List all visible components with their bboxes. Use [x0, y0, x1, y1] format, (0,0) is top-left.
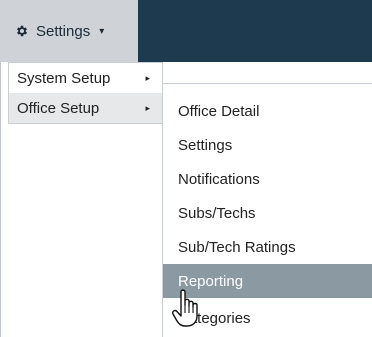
submenu-item-office-detail[interactable]: Office Detail [163, 94, 372, 128]
menu-item-label: Office Setup [17, 99, 100, 117]
chevron-right-icon: ▸ [145, 72, 150, 83]
menu-item-label: System Setup [17, 69, 111, 87]
caret-down-icon: ▾ [99, 25, 105, 37]
hand-pointer-icon [172, 288, 206, 333]
menu-item-system-setup[interactable]: System Setup ▸ [9, 63, 162, 93]
menu-divider [162, 83, 372, 84]
submenu-item-subs-techs[interactable]: Subs/Techs [163, 196, 372, 230]
submenu-item-label: Office Detail [178, 102, 260, 120]
menu-item-office-setup[interactable]: Office Setup ▸ [9, 93, 162, 123]
submenu-item-label: Subs/Techs [178, 204, 256, 222]
settings-menu-button[interactable]: Settings ▾ [0, 0, 138, 62]
page-border [0, 62, 1, 337]
submenu-item-settings[interactable]: Settings [163, 128, 372, 162]
submenu-item-sub-tech-ratings[interactable]: Sub/Tech Ratings [163, 230, 372, 264]
chevron-right-icon: ▸ [145, 102, 150, 113]
settings-label: Settings [36, 22, 91, 40]
settings-dropdown: System Setup ▸ Office Setup ▸ [8, 62, 163, 124]
gear-icon [15, 24, 29, 38]
submenu-item-label: Reporting [178, 272, 244, 290]
submenu-item-label: Sub/Tech Ratings [178, 238, 296, 256]
submenu-item-label: Settings [178, 136, 233, 154]
submenu-item-notifications[interactable]: Notifications [163, 162, 372, 196]
submenu-item-label: Notifications [178, 170, 260, 188]
